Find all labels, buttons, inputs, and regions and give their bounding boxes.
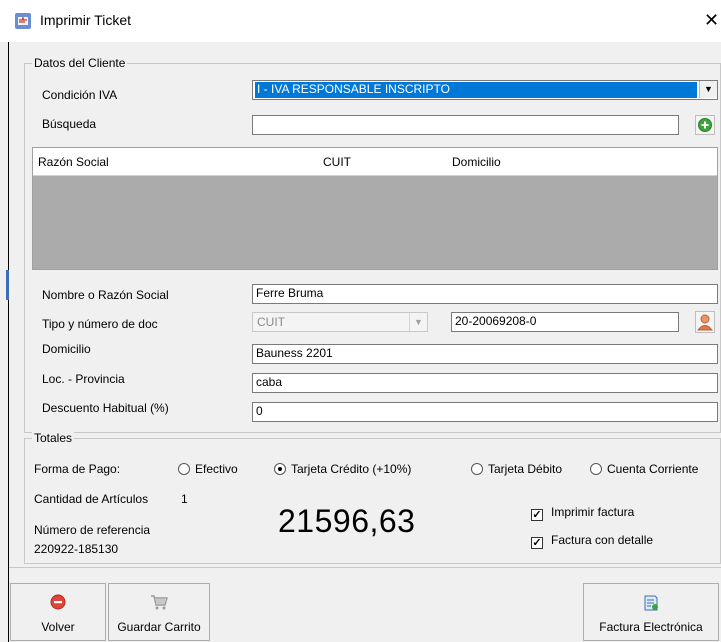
- referencia-value: 220922-185130: [34, 542, 119, 556]
- volver-label: Volver: [41, 620, 75, 634]
- radio-tarjeta-credito-label: Tarjeta Crédito (+10%): [291, 462, 412, 476]
- busqueda-input[interactable]: [252, 115, 679, 135]
- radio-efectivo[interactable]: Efectivo: [178, 462, 238, 476]
- factura-detalle-box[interactable]: ✓: [531, 537, 543, 549]
- localidad-label: Loc. - Provincia: [42, 372, 125, 386]
- grid-col-cuit[interactable]: CUIT: [323, 155, 351, 169]
- clientes-grid[interactable]: Razón Social CUIT Domicilio: [32, 147, 718, 270]
- condicion-iva-label: Condición IVA: [42, 88, 118, 102]
- forma-pago-label: Forma de Pago:: [34, 462, 121, 476]
- condicion-iva-value: I - IVA RESPONSABLE INSCRIPTO: [255, 82, 697, 98]
- totales-group-title: Totales: [32, 431, 75, 445]
- nombre-input[interactable]: Ferre Bruma: [252, 284, 718, 304]
- window-title: Imprimir Ticket: [40, 12, 131, 28]
- chevron-down-icon[interactable]: ▼: [409, 313, 427, 331]
- grid-col-domicilio[interactable]: Domicilio: [452, 155, 501, 169]
- radio-cuenta-corriente-label: Cuenta Corriente: [607, 462, 699, 476]
- cart-icon: [150, 594, 168, 613]
- referencia-label: Número de referencia: [34, 523, 151, 537]
- total-amount: 21596,63: [278, 503, 416, 539]
- factura-electronica-label: Factura Electrónica: [599, 620, 703, 634]
- grid-col-razon-social[interactable]: Razón Social: [38, 155, 109, 169]
- cantidad-label: Cantidad de Artículos: [34, 492, 149, 506]
- tipo-doc-select[interactable]: CUIT ▼: [252, 312, 428, 332]
- left-border: [8, 42, 9, 642]
- cliente-group-title: Datos del Cliente: [32, 56, 128, 70]
- nombre-label: Nombre o Razón Social: [42, 288, 169, 302]
- grid-header: Razón Social CUIT Domicilio: [33, 148, 717, 176]
- radio-efectivo-label: Efectivo: [195, 462, 238, 476]
- left-accent: [6, 270, 9, 300]
- radio-tarjeta-credito[interactable]: Tarjeta Crédito (+10%): [274, 462, 411, 476]
- localidad-input[interactable]: caba: [252, 373, 718, 393]
- radio-cuenta-corriente-dot[interactable]: [590, 463, 602, 475]
- descuento-input[interactable]: 0: [252, 402, 718, 422]
- factura-detalle-label: Factura con detalle: [551, 533, 654, 547]
- guardar-carrito-button[interactable]: Guardar Carrito: [108, 583, 210, 641]
- title-bar: Imprimir Ticket ✕: [0, 0, 721, 42]
- domicilio-label: Domicilio: [42, 342, 91, 356]
- busqueda-label: Búsqueda: [42, 117, 97, 131]
- chevron-down-icon[interactable]: ▼: [699, 81, 717, 98]
- person-icon[interactable]: [695, 311, 715, 333]
- radio-tarjeta-debito[interactable]: Tarjeta Débito: [471, 462, 562, 476]
- tipo-doc-value: CUIT: [257, 315, 285, 329]
- radio-tarjeta-debito-dot[interactable]: [471, 463, 483, 475]
- imprimir-factura-box[interactable]: ✓: [531, 509, 543, 521]
- imprimir-factura-label: Imprimir factura: [551, 505, 635, 519]
- printer-ticket-icon: [14, 12, 32, 30]
- cantidad-value: 1: [181, 492, 188, 506]
- descuento-label: Descuento Habitual (%): [42, 401, 169, 415]
- condicion-iva-select[interactable]: I - IVA RESPONSABLE INSCRIPTO ▼: [252, 80, 718, 100]
- radio-tarjeta-credito-dot[interactable]: [274, 463, 286, 475]
- factura-detalle-checkbox[interactable]: ✓ Factura con detalle: [531, 533, 653, 549]
- invoice-icon: [642, 594, 660, 615]
- numero-doc-input[interactable]: 20-20069208-0: [451, 312, 679, 332]
- radio-tarjeta-debito-label: Tarjeta Débito: [488, 462, 563, 476]
- volver-button[interactable]: Volver: [10, 583, 106, 641]
- guardar-carrito-label: Guardar Carrito: [117, 620, 201, 634]
- imprimir-factura-checkbox[interactable]: ✓ Imprimir factura: [531, 505, 634, 521]
- close-icon[interactable]: ✕: [704, 10, 719, 31]
- radio-efectivo-dot[interactable]: [178, 463, 190, 475]
- factura-electronica-button[interactable]: Factura Electrónica: [583, 583, 719, 641]
- radio-cuenta-corriente[interactable]: Cuenta Corriente: [590, 462, 698, 476]
- tipo-doc-label: Tipo y número de doc: [42, 317, 158, 331]
- footer-separator: [9, 567, 721, 568]
- stop-red-icon: [50, 594, 66, 613]
- domicilio-input[interactable]: Bauness 2201: [252, 344, 718, 364]
- dialog-window: Imprimir Ticket ✕ Datos del Cliente Cond…: [0, 0, 721, 642]
- add-green-icon[interactable]: [695, 115, 715, 135]
